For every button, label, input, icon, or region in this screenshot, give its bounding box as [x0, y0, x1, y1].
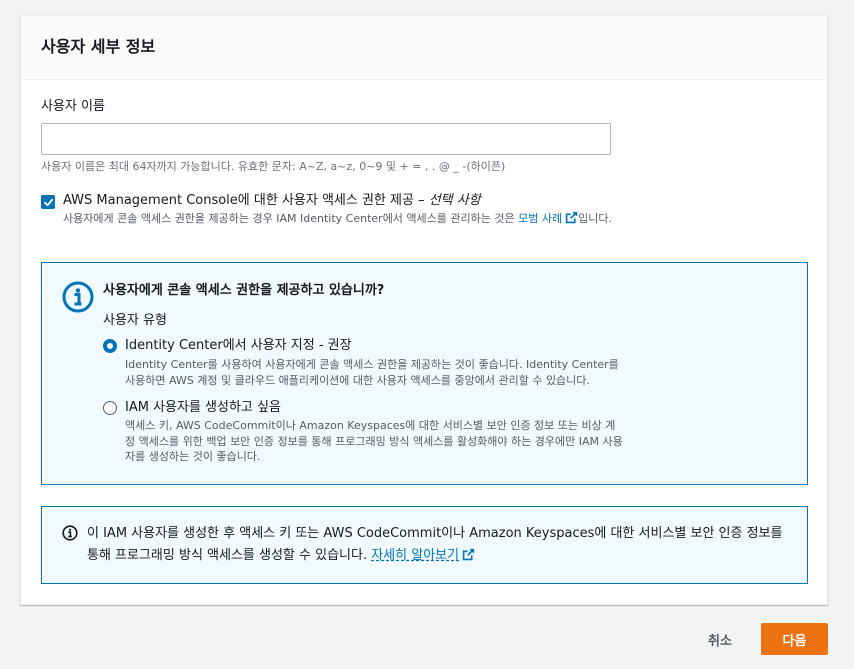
form-footer: 취소 다음 [0, 623, 854, 657]
console-access-checkbox[interactable] [41, 195, 55, 209]
cancel-button[interactable]: 취소 [690, 623, 750, 655]
username-label: 사용자 이름 [41, 99, 105, 114]
info-box-title: 사용자에게 콘솔 액세스 권한을 제공하고 있습니까? [103, 283, 385, 298]
console-access-desc-suffix: 입니다. [578, 212, 612, 225]
option-identity-center-desc: Identity Center를 사용하여 사용자에게 콘솔 액세스 권한을 제… [125, 358, 619, 387]
username-input[interactable] [41, 123, 611, 155]
radio-iam-user[interactable] [103, 401, 117, 415]
optional-label: 선택 사항 [428, 193, 481, 208]
console-access-label[interactable]: AWS Management Console에 대한 사용자 액세스 권한 제공… [63, 192, 481, 210]
option-identity-center-title[interactable]: Identity Center에서 사용자 지정 - 권장 [125, 337, 352, 355]
user-type-label: 사용자 유형 [103, 313, 167, 328]
console-access-desc-text: 사용자에게 콘솔 액세스 권한을 제공하는 경우 IAM Identity Ce… [63, 212, 519, 225]
console-access-info-box: 사용자에게 콘솔 액세스 권한을 제공하고 있습니까? 사용자 유형 Ident… [41, 262, 808, 485]
learn-more-link-text: 자세히 알아보기 [371, 548, 460, 563]
check-icon [43, 198, 53, 206]
learn-more-link[interactable]: 자세히 알아보기 [371, 548, 475, 563]
programmatic-access-info-box: 이 IAM 사용자를 생성한 후 액세스 키 또는 AWS CodeCommit… [41, 506, 808, 584]
username-hint: 사용자 이름은 최대 64자까지 가능합니다. 유효한 문자: A~Z, a~z… [41, 160, 506, 173]
console-access-description: 사용자에게 콘솔 액세스 권한을 제공하는 경우 IAM Identity Ce… [63, 211, 613, 227]
panel-title: 사용자 세부 정보 [41, 37, 156, 56]
best-practice-link[interactable]: 모범 사례 [518, 211, 578, 225]
next-button[interactable]: 다음 [761, 623, 828, 655]
info-icon [62, 281, 94, 313]
user-details-panel: 사용자 세부 정보 사용자 이름 사용자 이름은 최대 64자까지 가능합니다.… [20, 15, 828, 605]
external-link-icon [462, 548, 475, 561]
option-iam-user-title[interactable]: IAM 사용자를 생성하고 싶음 [125, 399, 281, 417]
console-access-label-text: AWS Management Console에 대한 사용자 액세스 권한 제공… [63, 193, 429, 208]
option-iam-user-desc: 액세스 키, AWS CodeCommit이나 Amazon Keyspaces… [125, 419, 623, 463]
panel-header: 사용자 세부 정보 [21, 16, 827, 80]
info-icon [62, 525, 78, 541]
external-link-icon [565, 211, 578, 224]
radio-identity-center[interactable] [103, 339, 117, 353]
info-box2-text: 이 IAM 사용자를 생성한 후 액세스 키 또는 AWS CodeCommit… [87, 523, 787, 567]
best-practice-link-text: 모범 사례 [518, 212, 563, 225]
